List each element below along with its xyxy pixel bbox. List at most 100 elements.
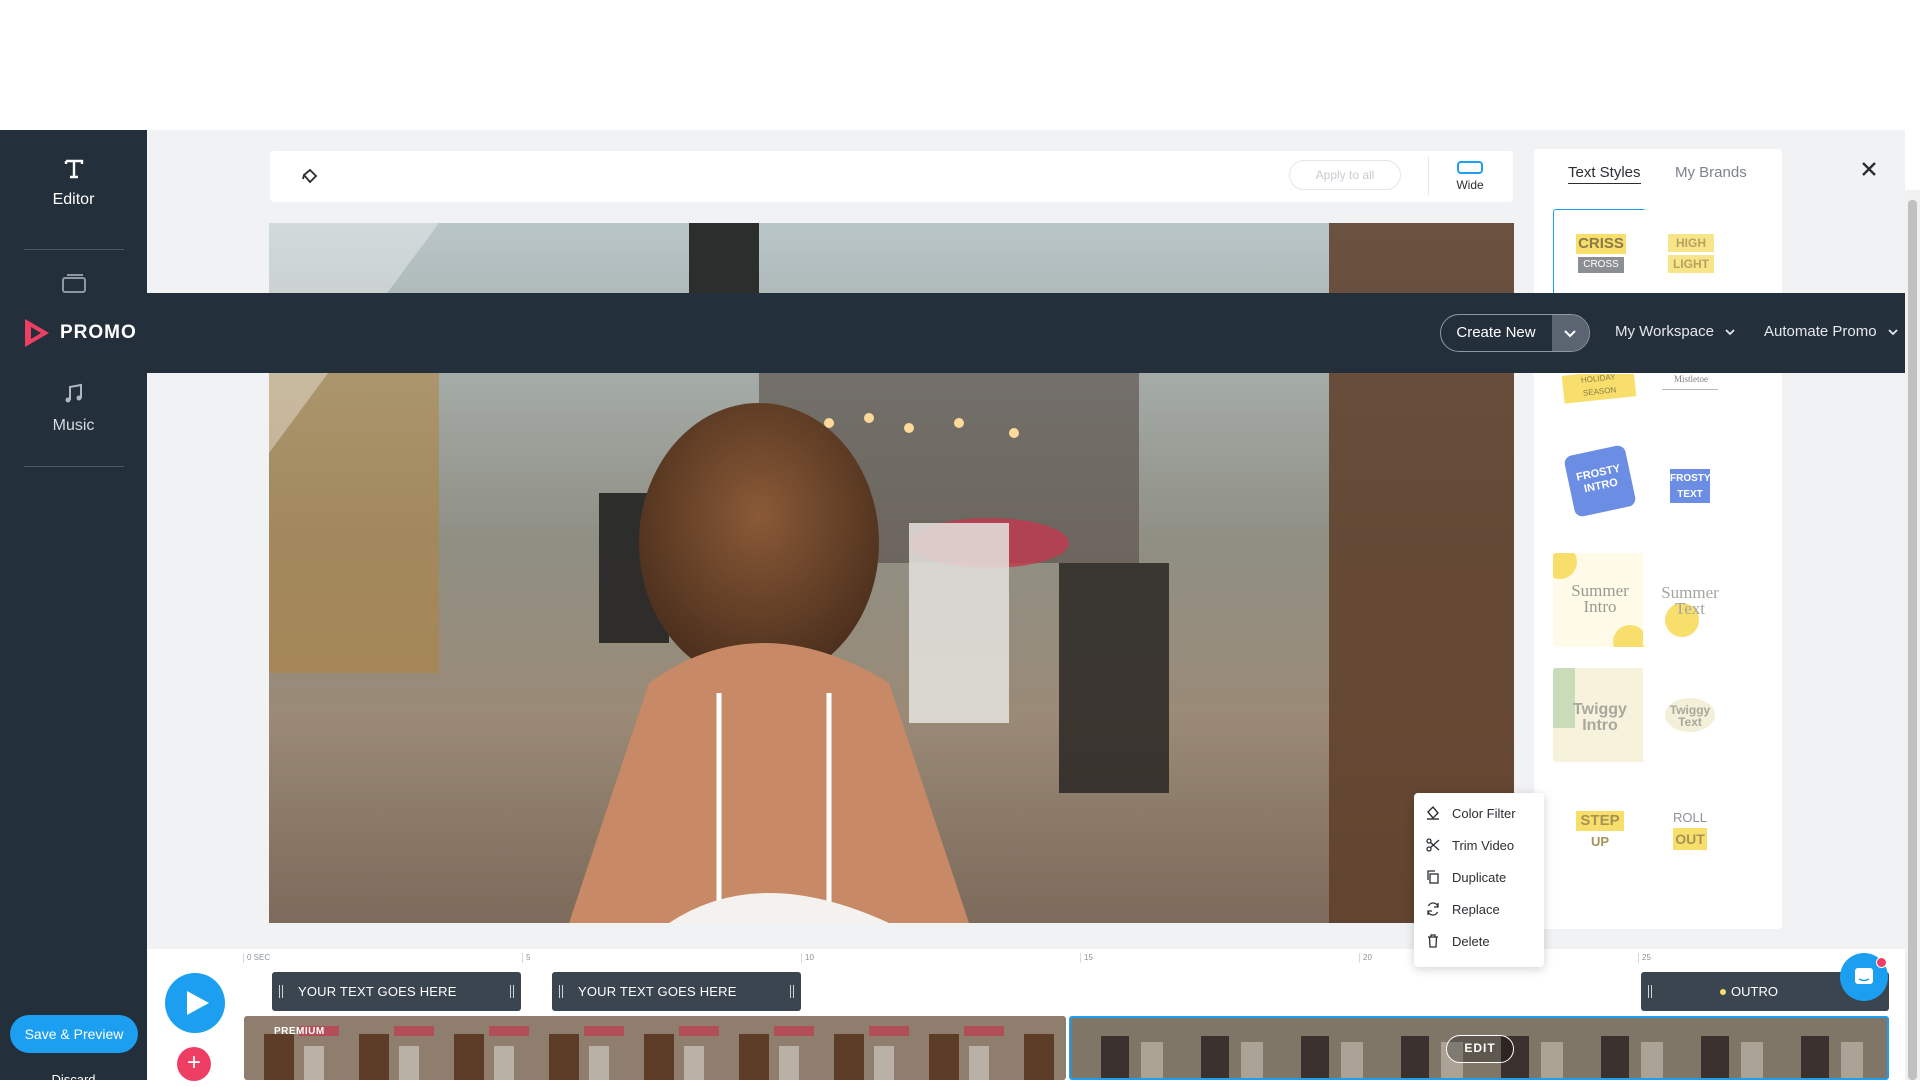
create-new-button[interactable]: Create New [1440, 314, 1590, 352]
sidebar-item-editor[interactable]: Editor [0, 158, 147, 209]
style-line: OUT [1673, 828, 1707, 850]
text-clip[interactable]: YOUR TEXT GOES HERE [552, 972, 801, 1011]
style-twiggy-text[interactable]: Twiggy Text [1643, 668, 1737, 762]
clip-handle-left[interactable] [1648, 985, 1652, 998]
style-line: CRISS [1576, 234, 1626, 254]
style-line: ROLL [1673, 810, 1707, 825]
chat-icon [1855, 968, 1873, 984]
clip-context-menu: Color Filter Trim Video Duplicate Replac… [1414, 793, 1544, 967]
timeline-ruler[interactable]: 0 SEC 5 10 15 20 25 [243, 953, 1903, 971]
menu-label: Automate Promo [1764, 323, 1877, 340]
style-frosty-text[interactable]: FROSTY TEXT [1643, 438, 1737, 532]
style-line: SEASON [1582, 385, 1617, 398]
outro-label: OUTRO [1731, 984, 1778, 999]
style-line: Intro [1583, 597, 1617, 616]
style-line: Text [1675, 599, 1705, 618]
scissors-icon [1426, 838, 1440, 852]
style-criss-cross[interactable]: CRISS CROSS [1553, 209, 1649, 305]
style-mistletoe[interactable]: Mistletoe [1643, 374, 1737, 414]
chevron-down-icon [1888, 329, 1898, 336]
tick-label: 5 [526, 953, 531, 962]
clip-handle-right[interactable] [510, 985, 514, 998]
style-badge: FROSTY INTRO [1563, 444, 1637, 518]
save-preview-button[interactable]: Save & Preview [10, 1015, 138, 1053]
color-filter-icon [1427, 805, 1439, 820]
create-new-dropdown[interactable] [1552, 315, 1589, 351]
sidebar-item-music[interactable]: Music [0, 382, 147, 435]
notification-dot [1876, 957, 1887, 968]
menu-item-color-filter[interactable]: Color Filter [1414, 801, 1544, 827]
tick-label: 0 SEC [247, 953, 271, 962]
close-icon[interactable] [1857, 157, 1881, 181]
style-frosty-intro[interactable]: FROSTY INTRO [1553, 438, 1647, 532]
text-clip[interactable]: YOUR TEXT GOES HERE [272, 972, 521, 1011]
chat-support-button[interactable] [1840, 953, 1888, 1001]
menu-label: My Workspace [1615, 323, 1714, 340]
paint-bucket-icon[interactable] [300, 167, 320, 187]
style-line: STEP [1576, 811, 1624, 831]
sidebar-divider [24, 249, 124, 250]
menu-item-label: Duplicate [1452, 870, 1507, 885]
play-icon [187, 991, 209, 1015]
style-high-light[interactable]: HIGH LIGHT [1643, 209, 1737, 303]
menu-item-duplicate[interactable]: Duplicate [1414, 865, 1544, 891]
tick-line [1080, 953, 1081, 963]
duplicate-icon [1427, 870, 1439, 884]
tick-line [1638, 953, 1639, 963]
wide-aspect-icon [1457, 161, 1483, 174]
tick-label: 20 [1363, 953, 1372, 962]
sidebar-item-media[interactable] [0, 272, 147, 299]
tab-text-styles[interactable]: Text Styles [1568, 164, 1641, 184]
style-text: Twiggy Intro [1553, 702, 1647, 734]
logo-text: PROMO [60, 322, 137, 343]
menu-item-trim-video[interactable]: Trim Video [1414, 833, 1544, 859]
replace-icon [1427, 902, 1439, 916]
plus-icon: + [186, 1049, 201, 1076]
tab-my-brands[interactable]: My Brands [1675, 164, 1747, 181]
tick-label: 15 [1084, 953, 1093, 962]
style-summer-text[interactable]: Summer Text [1643, 553, 1737, 647]
style-roll-out[interactable]: ROLL OUT [1643, 784, 1737, 878]
tick-line [243, 953, 244, 963]
style-line: UP [1590, 834, 1610, 849]
clip-handle-right[interactable] [790, 985, 794, 998]
play-button[interactable] [165, 973, 225, 1033]
style-text: Summer Intro [1553, 582, 1647, 616]
sidebar-item-label: Music [52, 417, 95, 434]
edit-clip-button[interactable]: EDIT [1446, 1035, 1514, 1063]
style-holiday-season[interactable]: HOLIDAY SEASON [1553, 374, 1647, 414]
style-text: Twiggy Text [1643, 704, 1737, 728]
aspect-wide-button[interactable]: Wide [1442, 156, 1498, 198]
apply-to-all-button[interactable]: Apply to all [1289, 160, 1401, 190]
style-banner: HOLIDAY SEASON [1561, 374, 1637, 404]
menu-item-delete[interactable]: Delete [1414, 929, 1544, 955]
decor-circle [1553, 553, 1577, 579]
menu-item-label: Delete [1452, 934, 1490, 949]
menu-my-workspace[interactable]: My Workspace [1615, 314, 1736, 350]
style-line: Twiggy [1573, 701, 1627, 718]
style-line: HIGH [1668, 234, 1714, 252]
style-line: HOLIDAY [1580, 374, 1616, 385]
scrollbar-thumb[interactable] [1908, 200, 1917, 1080]
menu-item-label: Color Filter [1452, 806, 1516, 821]
menu-automate-promo[interactable]: Automate Promo [1764, 314, 1899, 350]
music-icon [65, 383, 82, 403]
style-summer-intro[interactable]: Summer Intro [1553, 553, 1647, 647]
style-twiggy-intro[interactable]: Twiggy Intro [1553, 668, 1647, 762]
chevron-down-icon [1564, 330, 1576, 338]
clip-handle-left[interactable] [559, 985, 563, 998]
promo-logo[interactable]: PROMO [22, 316, 137, 350]
video-clip[interactable]: PREMIUM [244, 1016, 1066, 1080]
trash-icon [1428, 934, 1438, 948]
clip-handle-left[interactable] [279, 985, 283, 998]
tick-label: 10 [805, 953, 814, 962]
style-line: LIGHT [1668, 255, 1714, 273]
sidebar-item-label: Editor [52, 191, 95, 208]
style-step-up[interactable]: STEP UP [1553, 784, 1647, 878]
menu-item-replace[interactable]: Replace [1414, 897, 1544, 923]
style-line: TEXT [1677, 489, 1703, 500]
style-line: FROSTY [1670, 473, 1711, 484]
text-icon [64, 159, 83, 179]
add-clip-button[interactable]: + [177, 1047, 211, 1081]
promo-logo-icon [25, 319, 49, 347]
